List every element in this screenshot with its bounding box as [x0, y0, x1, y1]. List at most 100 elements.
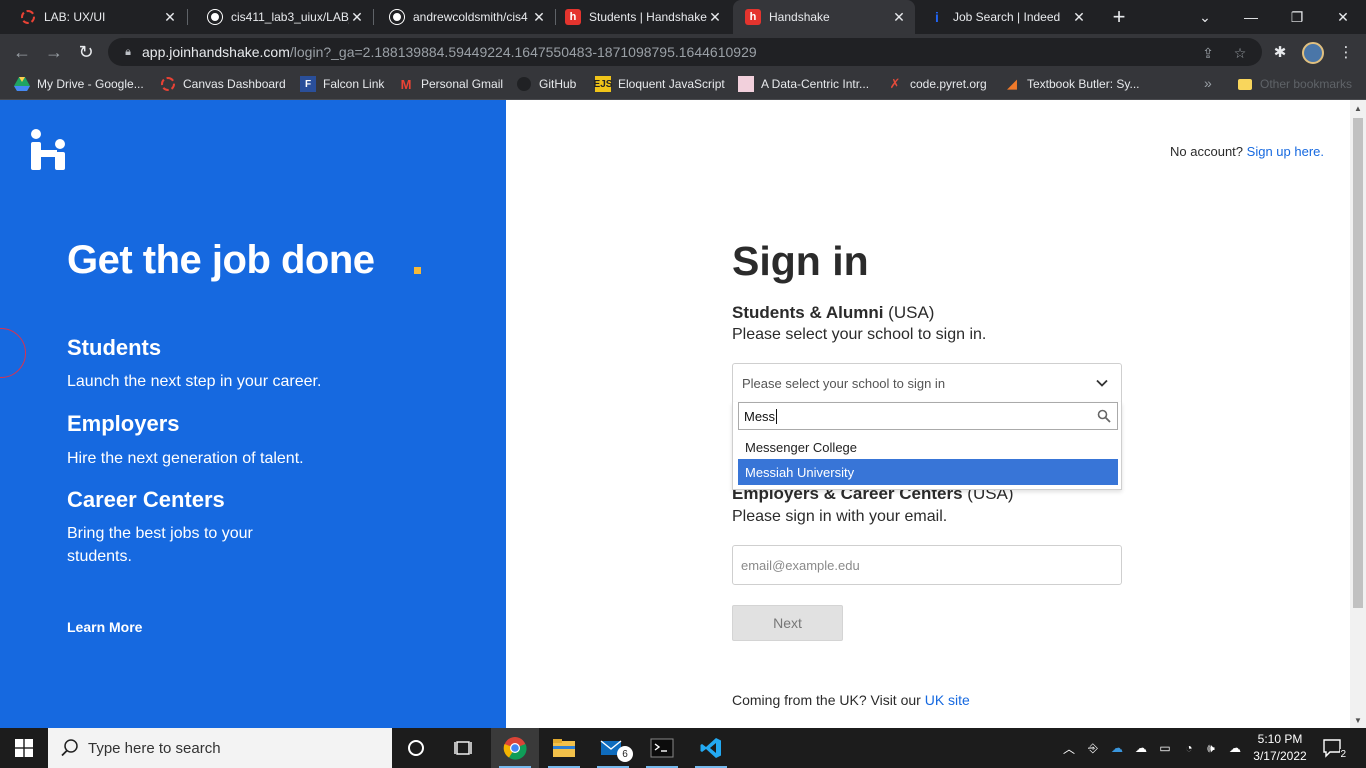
onedrive-icon[interactable]: ☁: [1109, 740, 1125, 756]
search-icon: [61, 739, 78, 757]
handshake-icon: h: [745, 9, 761, 25]
address-bar[interactable]: 🔒︎ app.joinhandshake.com/login?_ga=2.188…: [108, 38, 1262, 66]
employers-heading: Employers: [67, 411, 180, 436]
lock-icon: 🔒︎: [125, 45, 131, 58]
battery-icon[interactable]: ▭: [1157, 740, 1173, 756]
accent-dot: [414, 267, 421, 274]
page-scrollbar[interactable]: ▲ ▼: [1350, 100, 1366, 728]
gmail-icon: M: [400, 76, 412, 92]
tab-indeed[interactable]: i Job Search | Indeed ✕: [909, 0, 1095, 34]
close-icon[interactable]: ✕: [1071, 9, 1087, 26]
close-icon[interactable]: ✕: [349, 9, 365, 26]
tab-andrewcoldsmith[interactable]: andrewcoldsmith/cis4 ✕: [369, 0, 555, 34]
taskbar-search-input[interactable]: Type here to search: [48, 728, 392, 768]
bookmark-star-icon[interactable]: ☆: [1232, 45, 1248, 61]
students-heading: Students: [67, 335, 162, 360]
wifi-icon[interactable]: ◔: [1181, 740, 1197, 756]
vscode-icon[interactable]: [687, 728, 735, 768]
github-icon: [207, 9, 223, 25]
other-bookmarks[interactable]: Other bookmarks: [1238, 70, 1352, 98]
terminal-icon[interactable]: [638, 728, 686, 768]
tab-title: Students | Handshake: [589, 10, 707, 24]
windows-start-icon[interactable]: [0, 728, 48, 768]
scroll-up-icon[interactable]: ▲: [1350, 100, 1366, 116]
tab-cis411-lab3[interactable]: cis411_lab3_uiux/LAB_ ✕: [187, 0, 373, 34]
school-dropdown: Mess Messenger College Messiah Universit…: [732, 402, 1122, 490]
close-icon[interactable]: ✕: [707, 9, 723, 26]
taskbar-clock[interactable]: 5:10 PM 3/17/2022: [1250, 731, 1310, 765]
marketing-panel: Get the job done Students Launch the nex…: [0, 100, 506, 728]
github-icon: [389, 9, 405, 25]
bookmark-canvas-dashboard[interactable]: Canvas Dashboard: [160, 70, 286, 98]
cortana-icon[interactable]: [392, 728, 440, 768]
notification-icon[interactable]: 2: [1322, 738, 1346, 760]
cloud-sync-icon[interactable]: ☁: [1227, 740, 1243, 756]
bookmark-textbook-butler[interactable]: ◢ Textbook Butler: Sy...: [1004, 70, 1140, 98]
bookmark-personal-gmail[interactable]: M Personal Gmail: [398, 70, 503, 98]
bookmark-eloquent-javascript[interactable]: EJS Eloquent JavaScript: [594, 70, 725, 98]
avatar[interactable]: [1302, 42, 1324, 64]
tab-title: cis411_lab3_uiux/LAB_: [231, 10, 349, 24]
tab-students-handshake[interactable]: h Students | Handshake ✕: [545, 0, 731, 34]
back-icon[interactable]: ←: [8, 38, 36, 66]
bookmark-github[interactable]: GitHub: [516, 70, 576, 98]
school-option-messenger-college[interactable]: Messenger College: [738, 434, 1118, 460]
mail-badge: 6: [617, 746, 633, 762]
uk-site-link[interactable]: UK site: [925, 692, 970, 708]
tab-lab-uxui[interactable]: LAB: UX/UI ✕: [0, 0, 186, 34]
chrome-taskbar-icon[interactable]: [491, 728, 539, 768]
menu-icon[interactable]: ⋮: [1336, 42, 1356, 62]
career-centers-heading: Career Centers: [67, 487, 225, 512]
tab-search-icon[interactable]: ⌄: [1182, 0, 1228, 34]
falcon-icon: F: [300, 76, 316, 92]
learn-more-link[interactable]: Learn More: [67, 619, 142, 635]
mail-icon[interactable]: 6: [589, 728, 637, 768]
google-drive-icon: [14, 76, 30, 92]
bookmark-pyret[interactable]: ✗ code.pyret.org: [887, 70, 987, 98]
employers-subtext: Please sign in with your email.: [732, 508, 948, 525]
page-icon: [738, 76, 754, 92]
school-search-input[interactable]: Mess: [738, 402, 1118, 430]
handshake-icon: h: [565, 9, 581, 25]
close-window-button[interactable]: ✕: [1320, 0, 1366, 34]
students-alumni-subtext: Please select your school to sign in.: [732, 326, 987, 343]
bookmark-my-drive[interactable]: My Drive - Google...: [14, 70, 144, 98]
students-alumni-heading: Students & Alumni (USA): [732, 303, 935, 322]
browser-tab-strip: LAB: UX/UI ✕ cis411_lab3_uiux/LAB_ ✕ and…: [0, 0, 1366, 34]
ejs-icon: EJS: [594, 76, 612, 92]
restore-button[interactable]: ❐: [1274, 0, 1320, 34]
reload-icon[interactable]: ↻: [72, 38, 100, 66]
file-explorer-icon[interactable]: [540, 728, 588, 768]
meet-now-icon[interactable]: ⎆: [1085, 740, 1101, 756]
bookmark-falcon-link[interactable]: F Falcon Link: [300, 70, 384, 98]
sign-up-link[interactable]: Sign up here.: [1247, 144, 1324, 159]
uk-site-prompt: Coming from the UK? Visit our UK site: [732, 692, 970, 708]
onedrive-personal-icon[interactable]: ☁: [1133, 740, 1149, 756]
tab-title: LAB: UX/UI: [44, 10, 106, 24]
email-field[interactable]: [732, 545, 1122, 585]
career-centers-text: Bring the best jobs to your students.: [67, 525, 253, 565]
more-bookmarks-icon[interactable]: »: [1204, 75, 1212, 91]
volume-icon[interactable]: 🕪︎: [1203, 740, 1219, 756]
chevron-down-icon: [1096, 379, 1108, 387]
task-view-icon[interactable]: [440, 728, 488, 768]
forward-icon[interactable]: →: [40, 38, 68, 66]
close-icon[interactable]: ✕: [162, 9, 178, 26]
signin-panel: No account? Sign up here. Sign in Studen…: [506, 100, 1350, 728]
scrollbar-thumb[interactable]: [1353, 118, 1363, 608]
bookmark-data-centric[interactable]: A Data-Centric Intr...: [738, 70, 869, 98]
taskbar: Type here to search 6 ︿ ⎆ ☁ ☁ ▭ ◔ 🕪︎ ☁ 5…: [0, 728, 1366, 768]
extensions-icon[interactable]: ✱: [1270, 42, 1290, 62]
next-button[interactable]: Next: [732, 605, 843, 641]
chevron-up-icon[interactable]: ︿: [1061, 740, 1077, 756]
tab-title: andrewcoldsmith/cis4: [413, 10, 528, 24]
scroll-down-icon[interactable]: ▼: [1350, 712, 1366, 728]
employers-text: Hire the next generation of talent.: [67, 450, 304, 467]
close-icon[interactable]: ✕: [891, 9, 907, 26]
school-select[interactable]: Please select your school to sign in: [732, 363, 1122, 403]
school-option-messiah-university[interactable]: Messiah University: [738, 459, 1118, 485]
share-icon[interactable]: ⇪: [1200, 45, 1216, 61]
new-tab-button[interactable]: +: [1106, 0, 1132, 34]
minimize-button[interactable]: —: [1228, 0, 1274, 34]
tab-handshake[interactable]: h Handshake ✕: [733, 0, 915, 34]
